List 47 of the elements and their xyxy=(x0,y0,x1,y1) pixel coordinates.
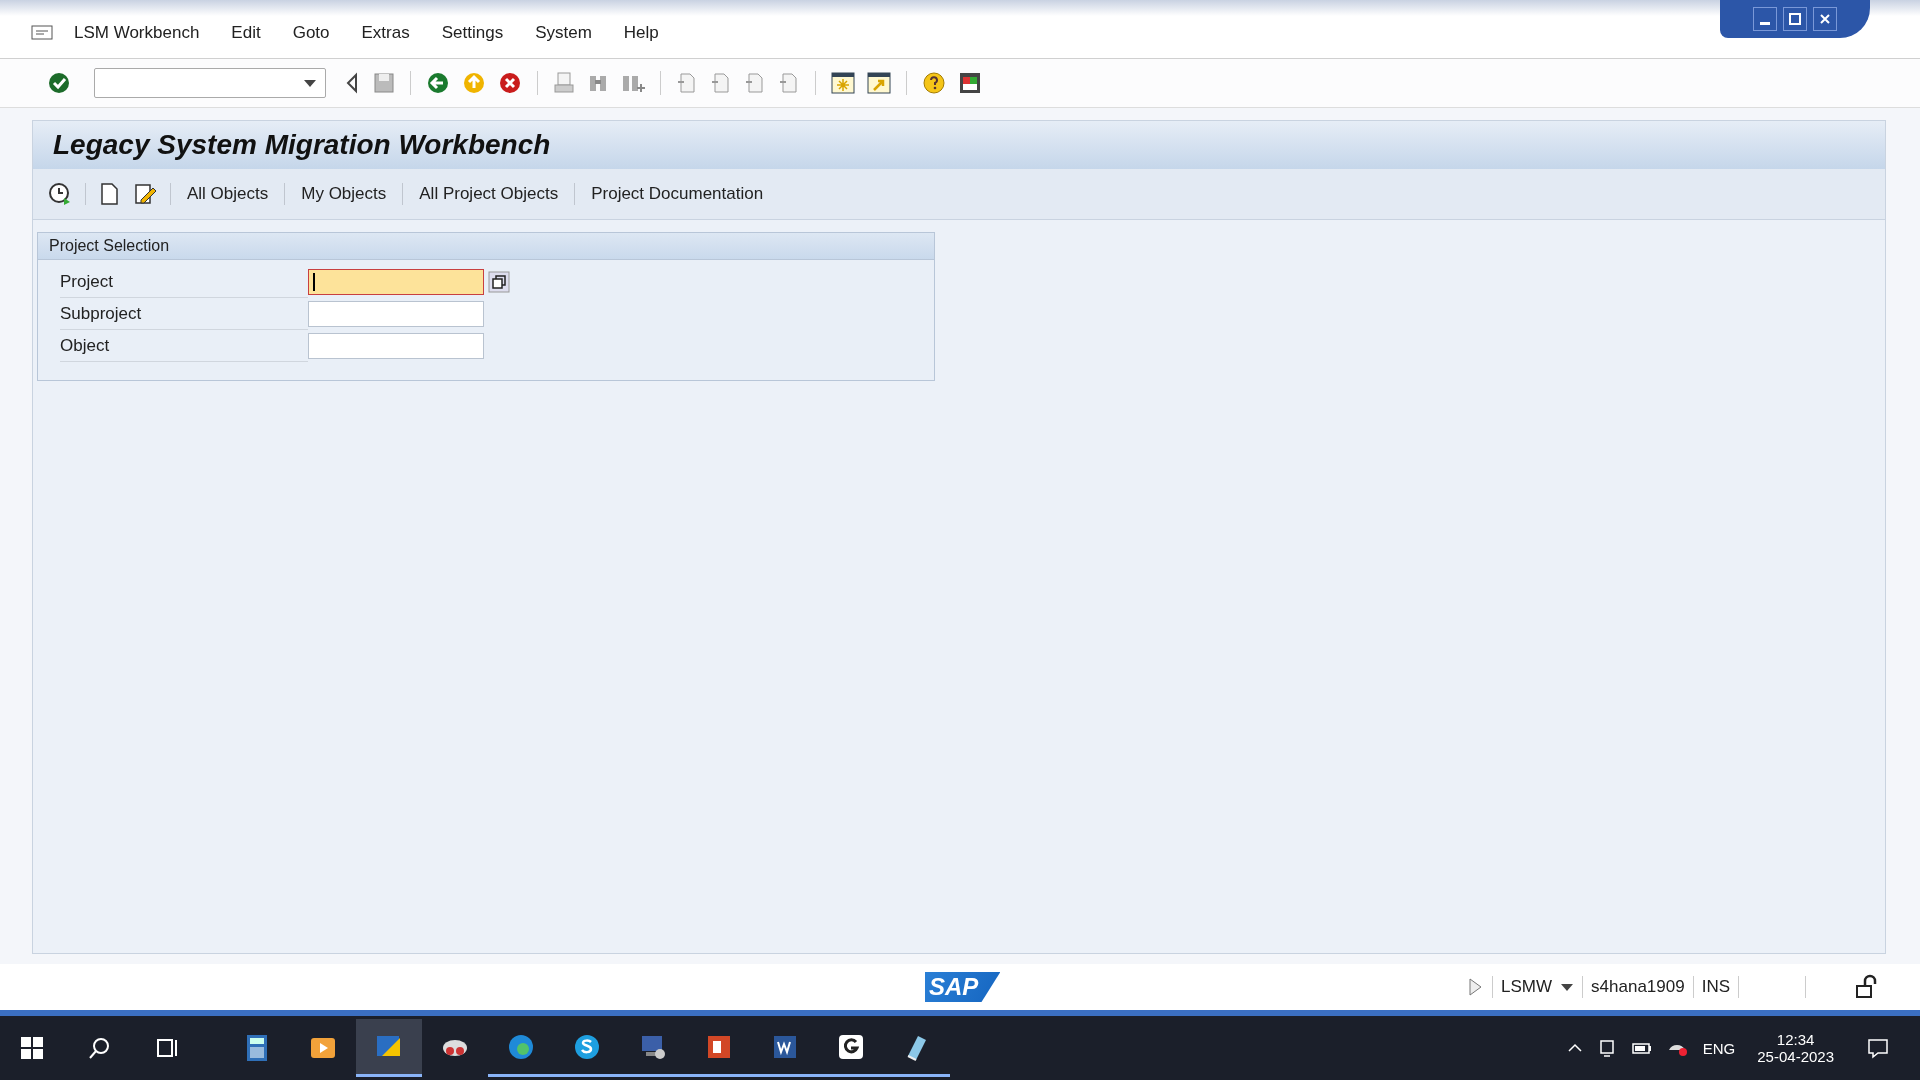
transaction-code: LSMW xyxy=(1501,977,1553,997)
enter-icon[interactable] xyxy=(46,70,72,96)
system-name: s4hana1909 xyxy=(1591,977,1685,997)
insert-mode: INS xyxy=(1701,977,1730,997)
task-view-icon[interactable] xyxy=(156,1036,180,1060)
sap-logo: SAP xyxy=(925,972,1001,1002)
layout-icon[interactable] xyxy=(957,70,983,96)
command-field[interactable] xyxy=(94,68,326,98)
maximize-icon[interactable] xyxy=(1783,7,1807,31)
input-field[interactable] xyxy=(308,269,484,295)
value-help-icon[interactable] xyxy=(488,271,510,293)
shortcut-icon[interactable] xyxy=(866,70,892,96)
new-session-icon[interactable] xyxy=(830,70,856,96)
menu-item[interactable]: Settings xyxy=(441,23,504,43)
menu-item[interactable]: Help xyxy=(623,23,659,43)
edit-document-icon[interactable] xyxy=(132,181,158,207)
back-icon[interactable] xyxy=(425,70,451,96)
menu-item[interactable]: System xyxy=(535,23,592,43)
windows-start-icon[interactable] xyxy=(20,1036,44,1060)
menu-item[interactable]: Goto xyxy=(292,23,330,43)
input-field[interactable] xyxy=(308,301,484,327)
clock-time[interactable]: 12:34 xyxy=(1776,1031,1815,1048)
toolbar-button[interactable]: All Objects xyxy=(183,180,273,208)
search-icon[interactable] xyxy=(88,1036,112,1060)
dropdown-icon[interactable] xyxy=(1560,982,1575,992)
dropdown-icon[interactable] xyxy=(303,78,317,88)
input-field[interactable] xyxy=(308,333,484,359)
menu-item[interactable]: Extras xyxy=(361,23,410,43)
help-icon[interactable] xyxy=(921,70,947,96)
field-label: Subproject xyxy=(60,298,308,330)
toolbar-button[interactable]: Project Documentation xyxy=(587,180,768,208)
toolbar-button[interactable]: All Project Objects xyxy=(415,180,563,208)
field-label: Project xyxy=(60,266,308,298)
taskbar-app[interactable] xyxy=(356,1019,422,1077)
clock-date[interactable]: 25-04-2023 xyxy=(1757,1048,1834,1065)
close-icon[interactable] xyxy=(1813,7,1837,31)
toolbar-button[interactable]: My Objects xyxy=(297,180,391,208)
group-title: Project Selection xyxy=(38,233,934,260)
minimize-icon[interactable] xyxy=(1753,7,1777,31)
menu-item[interactable]: LSM Workbench xyxy=(74,23,200,43)
screen-title: Legacy System Migration Workbench xyxy=(53,129,551,161)
field-label: Object xyxy=(60,330,308,362)
notification-icon[interactable] xyxy=(1866,1036,1890,1060)
new-document-icon[interactable] xyxy=(98,181,120,207)
cancel-icon[interactable] xyxy=(497,70,523,96)
menu-item[interactable]: Edit xyxy=(231,23,261,43)
language-indicator[interactable]: ENG xyxy=(1702,1039,1736,1057)
